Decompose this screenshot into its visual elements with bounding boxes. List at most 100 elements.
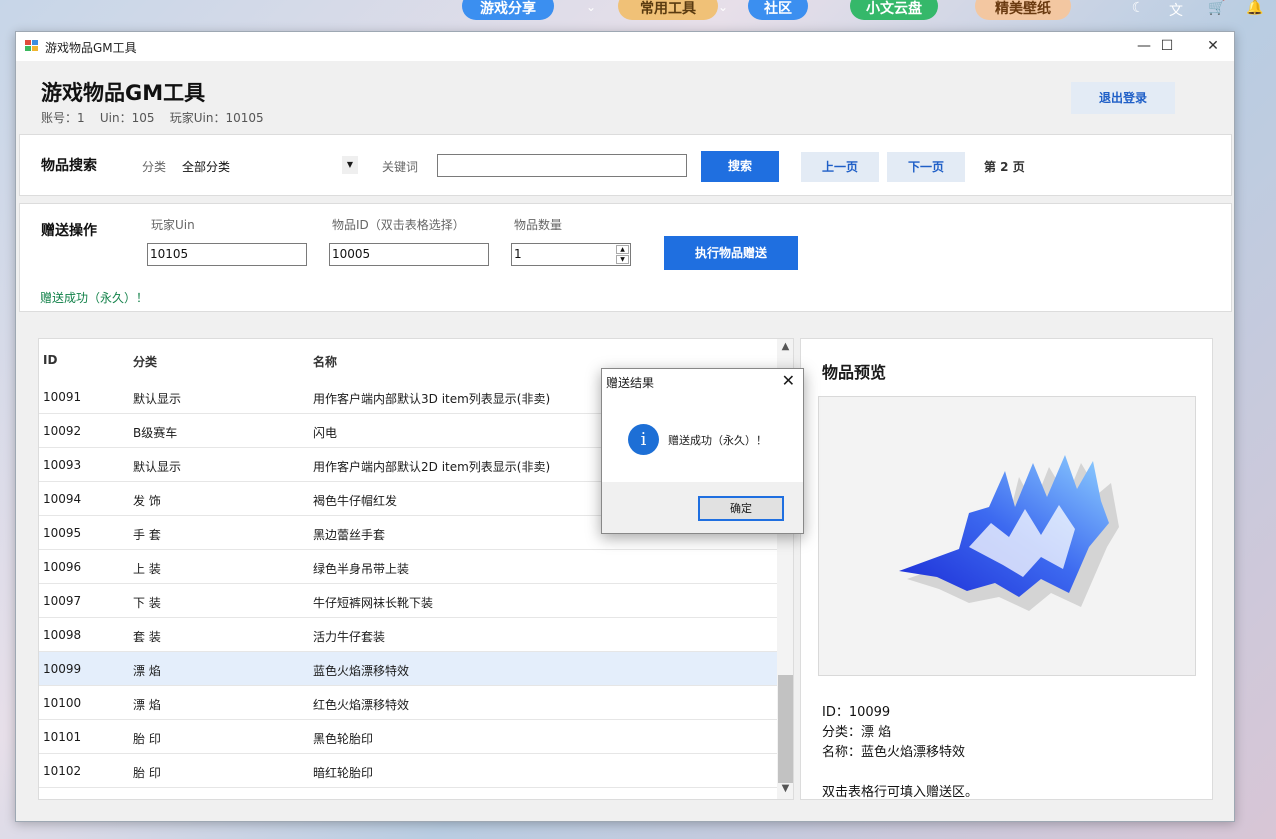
item-preview-image (818, 396, 1196, 676)
quantity-stepper[interactable]: 1 ▲ ▼ (511, 243, 631, 266)
dropdown-arrow-icon[interactable]: ▼ (342, 156, 358, 174)
cell-category: 上 装 (133, 562, 161, 576)
maximize-button[interactable]: ☐ (1144, 32, 1190, 61)
quantity-value: 1 (514, 247, 522, 261)
window-titlebar[interactable]: 游戏物品GM工具 — ☐ ✕ (16, 32, 1234, 61)
gift-section-title: 赠送操作 (41, 223, 97, 239)
cell-id: 10102 (43, 764, 82, 778)
desktop-pill-wallpaper[interactable]: 精美壁纸 (975, 0, 1071, 20)
table-row[interactable]: 10097 下 装 牛仔短裤网袜长靴下装 (39, 584, 777, 618)
scroll-up-icon[interactable]: ▲ (777, 341, 793, 352)
moon-icon[interactable]: ☾ (1130, 0, 1146, 16)
player-uin-input[interactable]: 10105 (147, 243, 307, 266)
table-row[interactable]: 10098 套 装 活力牛仔套装 (39, 618, 777, 652)
column-header-id[interactable]: ID (43, 353, 57, 367)
search-section-title: 物品搜索 (41, 158, 97, 174)
cell-name: 暗红轮胎印 (313, 766, 374, 780)
cell-name: 闪电 (313, 426, 338, 440)
desktop-pill-cloud[interactable]: 小文云盘 (850, 0, 938, 20)
cell-category: 默认显示 (133, 392, 182, 406)
close-button[interactable]: ✕ (1190, 32, 1236, 61)
cell-id: 10097 (43, 594, 82, 608)
result-dialog: 赠送结果 ✕ i 赠送成功（永久）！ 确定 (601, 368, 804, 534)
table-row[interactable]: 10100 漂 焰 红色火焰漂移特效 (39, 686, 777, 720)
chevron-down-icon[interactable]: ⌄ (718, 0, 728, 14)
cart-icon[interactable]: 🛒 (1208, 0, 1225, 16)
search-panel: 物品搜索 分类 全部分类 ▼ 关键词 搜索 上一页 下一页 第 2 页 (19, 134, 1232, 196)
gift-status-text: 赠送成功（永久）！ (40, 291, 149, 305)
keyword-input[interactable] (437, 154, 687, 177)
quantity-label: 物品数量 (514, 218, 563, 232)
window-title: 游戏物品GM工具 (45, 41, 137, 55)
category-select[interactable]: 全部分类 ▼ (182, 152, 358, 178)
preview-hint: 双击表格行可填入赠送区。 (822, 785, 979, 800)
cell-id: 10099 (43, 662, 82, 676)
ok-button[interactable]: 确定 (698, 496, 784, 521)
desktop-pill-community[interactable]: 社区 (748, 0, 808, 20)
cell-category: 发 饰 (133, 494, 161, 508)
column-header-category[interactable]: 分类 (133, 353, 157, 370)
execute-gift-button[interactable]: 执行物品赠送 (664, 236, 798, 270)
cell-category: 套 装 (133, 630, 161, 644)
dialog-message: 赠送成功（永久）！ (668, 434, 767, 447)
preview-name: 名称：蓝色火焰漂移特效 (822, 745, 966, 760)
next-page-button[interactable]: 下一页 (887, 152, 965, 182)
preview-title: 物品预览 (822, 363, 887, 382)
cell-id: 10098 (43, 628, 82, 642)
cell-name: 活力牛仔套装 (313, 630, 386, 644)
stepper-up-icon[interactable]: ▲ (616, 245, 629, 254)
desktop-pill-game-share[interactable]: 游戏分享 (462, 0, 554, 20)
app-header: 游戏物品GM工具 账号：1 Uin：105 玩家Uin：10105 退出登录 (16, 61, 1234, 131)
category-label: 分类 (142, 160, 167, 174)
cell-name: 黑色轮胎印 (313, 732, 374, 746)
logout-button[interactable]: 退出登录 (1071, 82, 1175, 114)
table-row[interactable]: 10102 胎 印 暗红轮胎印 (39, 754, 777, 788)
category-select-value: 全部分类 (182, 160, 231, 174)
item-id-input[interactable]: 10005 (329, 243, 489, 266)
cell-name: 牛仔短裤网袜长靴下装 (313, 596, 434, 610)
page-title: 游戏物品GM工具 (41, 81, 206, 105)
desktop-pill-tools[interactable]: 常用工具 (618, 0, 718, 20)
cell-category: 默认显示 (133, 460, 182, 474)
cell-name: 绿色半身吊带上装 (313, 562, 410, 576)
cell-id: 10091 (43, 390, 82, 404)
cell-category: 漂 焰 (133, 664, 161, 678)
bell-icon[interactable]: 🔔 (1246, 0, 1263, 16)
dialog-title: 赠送结果 (606, 376, 655, 390)
search-button[interactable]: 搜索 (701, 151, 779, 182)
table-row[interactable]: 10096 上 装 绿色半身吊带上装 (39, 550, 777, 584)
column-header-name[interactable]: 名称 (313, 353, 337, 370)
item-id-label: 物品ID（双击表格选择） (332, 218, 465, 232)
cell-name: 蓝色火焰漂移特效 (313, 664, 410, 678)
translate-icon[interactable]: 文 (1168, 0, 1184, 19)
scrollbar-thumb[interactable] (778, 675, 793, 783)
item-preview-panel: 物品预览 ID：10099 分类：漂 焰 名称：蓝色火焰漂移特效 双击表格行可填… (800, 338, 1213, 800)
preview-category: 分类：漂 焰 (822, 725, 892, 740)
table-row[interactable]: 10101 胎 印 黑色轮胎印 (39, 720, 777, 754)
gift-panel: 赠送操作 玩家Uin 10105 物品ID（双击表格选择） 10005 物品数量… (19, 203, 1232, 312)
stepper-down-icon[interactable]: ▼ (616, 255, 629, 264)
desktop-topbar: 游戏分享 ⌄ 常用工具 ⌄ 社区 小文云盘 精美壁纸 ☾ 文 🛒 🔔 (0, 0, 1276, 30)
close-icon[interactable]: ✕ (782, 371, 795, 390)
cell-category: 手 套 (133, 528, 161, 542)
table-row[interactable]: 10099 漂 焰 蓝色火焰漂移特效 (39, 652, 777, 686)
cell-category: 胎 印 (133, 732, 161, 746)
cell-id: 10093 (43, 458, 82, 472)
cell-id: 10101 (43, 730, 82, 744)
cell-name: 褐色牛仔帽红发 (313, 494, 398, 508)
cell-id: 10095 (43, 526, 82, 540)
cell-category: B级赛车 (133, 426, 178, 440)
cell-id: 10100 (43, 696, 82, 710)
chevron-down-icon[interactable]: ⌄ (586, 0, 596, 14)
cell-id: 10094 (43, 492, 82, 506)
cell-category: 下 装 (133, 596, 161, 610)
cell-id: 10096 (43, 560, 82, 574)
blue-flame-drift-effect-image (899, 455, 1119, 611)
prev-page-button[interactable]: 上一页 (801, 152, 879, 182)
preview-id: ID：10099 (822, 705, 891, 720)
cell-category: 漂 焰 (133, 698, 161, 712)
info-icon: i (628, 424, 659, 455)
scroll-down-icon[interactable]: ▼ (777, 783, 793, 794)
cell-id: 10092 (43, 424, 82, 438)
page-indicator: 第 2 页 (984, 160, 1025, 174)
